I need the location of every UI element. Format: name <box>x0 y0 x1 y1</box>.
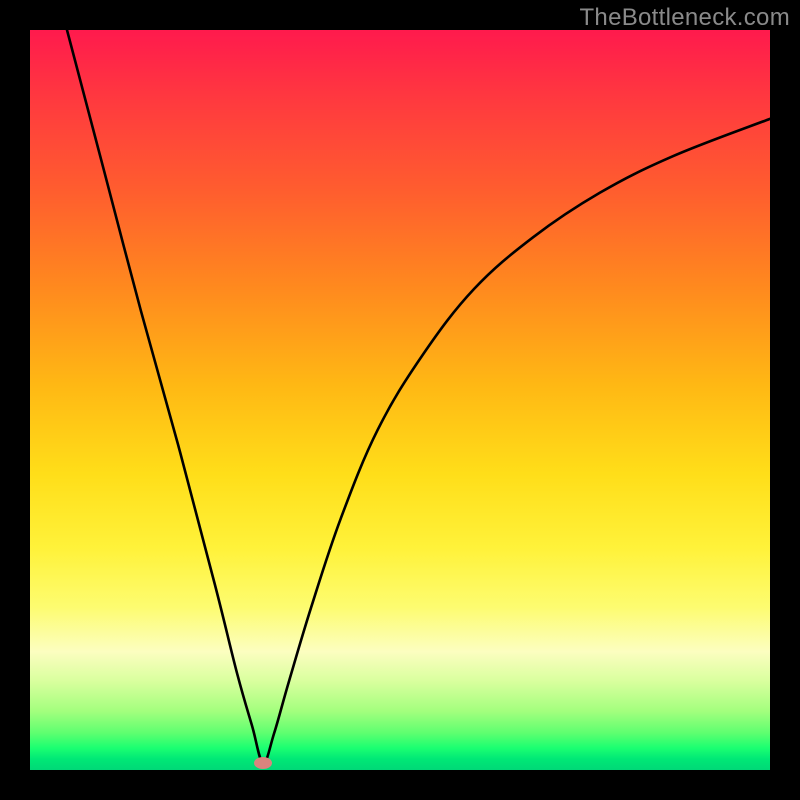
plot-area <box>30 30 770 770</box>
chart-frame: TheBottleneck.com <box>0 0 800 800</box>
watermark-text: TheBottleneck.com <box>579 4 790 32</box>
bottleneck-curve <box>30 30 770 770</box>
optimal-point-marker <box>254 757 272 769</box>
